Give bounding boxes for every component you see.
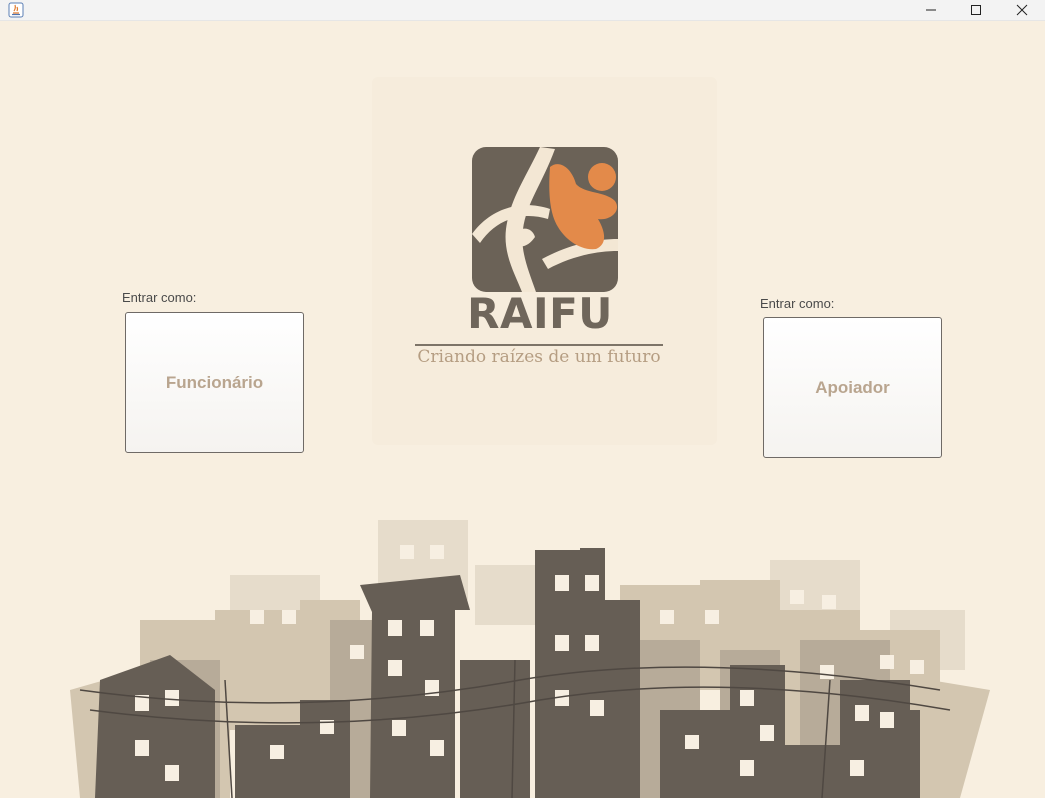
city-skyline-illustration [70,520,990,798]
